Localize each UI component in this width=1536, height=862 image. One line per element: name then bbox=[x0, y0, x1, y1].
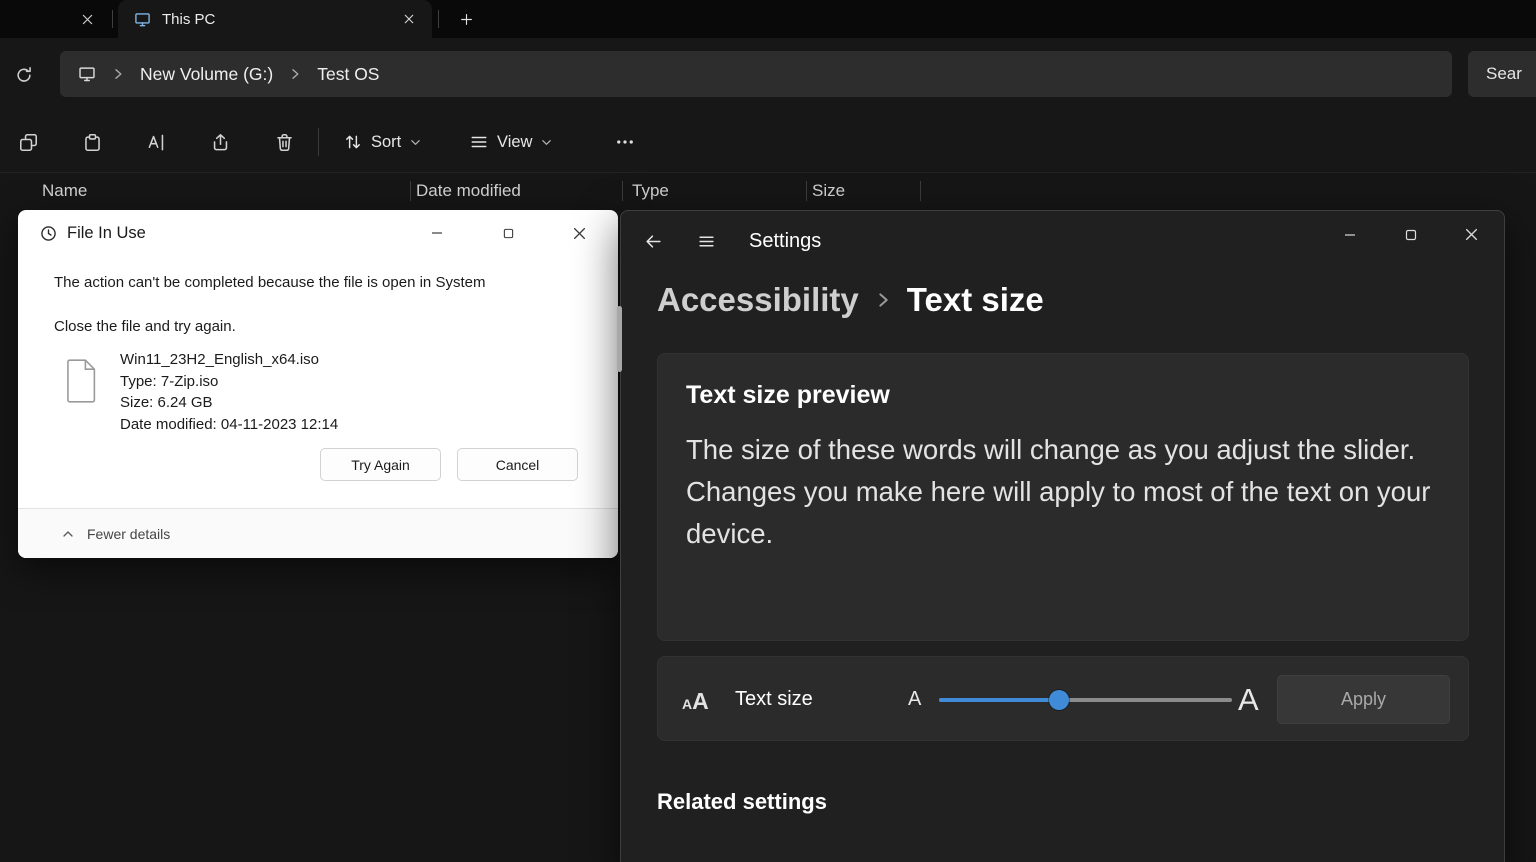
search-input[interactable]: Sear bbox=[1468, 51, 1536, 97]
tab-title: This PC bbox=[162, 10, 216, 28]
sort-icon bbox=[344, 133, 362, 151]
share-icon[interactable] bbox=[200, 122, 240, 162]
file-size: Size: 6.24 GB bbox=[120, 394, 213, 411]
file-icon bbox=[64, 358, 100, 404]
copy-icon[interactable] bbox=[8, 122, 48, 162]
settings-window-title: Settings bbox=[749, 230, 822, 252]
desktop: This PC New Volume (G:) Test OS Sear Sor… bbox=[0, 0, 1536, 862]
apply-button[interactable]: Apply bbox=[1277, 675, 1450, 724]
address-bar[interactable]: New Volume (G:) Test OS bbox=[60, 51, 1452, 97]
dialog-instruction: Close the file and try again. bbox=[54, 318, 236, 335]
tab-this-pc[interactable]: This PC bbox=[118, 0, 432, 38]
related-settings-heading: Related settings bbox=[657, 789, 827, 814]
column-header-name[interactable]: Name bbox=[42, 172, 87, 210]
column-header-size[interactable]: Size bbox=[812, 172, 845, 210]
hamburger-menu-icon[interactable] bbox=[687, 224, 725, 258]
page-title-text-size: Text size bbox=[906, 281, 1044, 318]
close-tab-icon[interactable] bbox=[396, 6, 422, 32]
back-icon[interactable] bbox=[635, 224, 671, 258]
sort-button[interactable]: Sort bbox=[334, 122, 431, 162]
clock-icon bbox=[40, 225, 57, 242]
text-size-icon-large-a: A bbox=[692, 688, 709, 714]
slider-handle[interactable] bbox=[1049, 690, 1070, 710]
monitor-icon bbox=[78, 65, 96, 83]
close-icon[interactable] bbox=[550, 210, 608, 256]
slider-min-label: A bbox=[908, 688, 922, 710]
command-toolbar: Sort View bbox=[0, 112, 1536, 173]
address-row: New Volume (G:) Test OS Sear bbox=[0, 38, 1536, 113]
chevron-right-icon bbox=[289, 68, 301, 80]
settings-window: Settings Accessibility Text size Text si… bbox=[620, 210, 1505, 862]
new-tab-button[interactable] bbox=[452, 6, 480, 32]
text-size-slider[interactable] bbox=[939, 690, 1232, 710]
minimize-icon[interactable] bbox=[408, 210, 466, 256]
column-divider[interactable] bbox=[806, 181, 807, 201]
maximize-icon[interactable] bbox=[1387, 217, 1434, 252]
text-size-label: Text size bbox=[735, 688, 813, 710]
paste-icon[interactable] bbox=[72, 122, 112, 162]
preview-body-text: The size of these words will change as y… bbox=[686, 434, 1431, 549]
settings-breadcrumb: Accessibility Text size bbox=[657, 273, 1044, 327]
fewer-details-link[interactable]: Fewer details bbox=[87, 526, 170, 542]
file-type: Type: 7-Zip.iso bbox=[120, 372, 219, 390]
close-icon[interactable] bbox=[1448, 217, 1495, 252]
text-size-icon-small-a: A bbox=[682, 696, 693, 712]
slider-fill bbox=[939, 698, 1060, 702]
minimize-icon[interactable] bbox=[1326, 217, 1373, 252]
chevron-right-icon bbox=[875, 292, 891, 308]
text-size-row: AA Text size A A Apply bbox=[657, 656, 1469, 741]
breadcrumb-accessibility[interactable]: Accessibility bbox=[657, 281, 859, 319]
try-again-button[interactable]: Try Again bbox=[320, 448, 441, 481]
delete-icon[interactable] bbox=[264, 122, 304, 162]
column-divider[interactable] bbox=[622, 181, 623, 201]
chevron-down-icon bbox=[410, 137, 421, 148]
monitor-icon bbox=[134, 11, 151, 28]
maximize-icon[interactable] bbox=[479, 210, 537, 256]
toolbar-divider bbox=[318, 128, 319, 156]
breadcrumb-folder[interactable]: Test OS bbox=[317, 64, 379, 85]
scrollbar-thumb[interactable] bbox=[617, 306, 622, 372]
sort-label: Sort bbox=[371, 132, 402, 151]
column-header-date-modified[interactable]: Date modified bbox=[416, 172, 521, 210]
text-size-preview-card: Text size preview The size of these word… bbox=[657, 353, 1469, 641]
dialog-footer: Fewer details bbox=[18, 508, 618, 558]
cancel-button[interactable]: Cancel bbox=[457, 448, 578, 481]
text-size-icon: AA bbox=[682, 657, 709, 742]
chevron-up-icon[interactable] bbox=[62, 528, 74, 540]
file-details: Win11_23H2_English_x64.iso Type: 7-Zip.i… bbox=[120, 349, 338, 435]
file-in-use-dialog: File In Use The action can't be complete… bbox=[18, 210, 618, 558]
dialog-message: The action can't be completed because th… bbox=[54, 274, 486, 291]
column-header-row: Name Date modified Type Size bbox=[0, 172, 1536, 210]
search-text: Sear bbox=[1486, 64, 1522, 83]
view-label: View bbox=[497, 132, 533, 151]
tab-divider bbox=[438, 10, 439, 28]
tab-divider bbox=[112, 10, 113, 28]
breadcrumb-drive[interactable]: New Volume (G:) bbox=[140, 64, 273, 85]
view-icon bbox=[470, 133, 488, 151]
column-divider[interactable] bbox=[410, 181, 411, 201]
file-name: Win11_23H2_English_x64.iso bbox=[120, 351, 320, 368]
file-date-modified: Date modified: 04-11-2023 12:14 bbox=[120, 415, 339, 433]
chevron-right-icon bbox=[112, 68, 124, 80]
dialog-title: File In Use bbox=[67, 223, 146, 242]
tab-bar: This PC bbox=[0, 0, 1536, 38]
chevron-down-icon bbox=[541, 137, 552, 148]
preview-heading: Text size preview bbox=[686, 381, 890, 409]
slider-max-label: A bbox=[1238, 682, 1259, 717]
column-divider[interactable] bbox=[920, 181, 921, 201]
view-button[interactable]: View bbox=[460, 122, 562, 162]
close-tab-icon[interactable] bbox=[72, 5, 102, 33]
more-options-icon[interactable] bbox=[605, 122, 645, 162]
refresh-icon[interactable] bbox=[6, 57, 42, 93]
column-header-type[interactable]: Type bbox=[632, 172, 669, 210]
rename-icon[interactable] bbox=[136, 122, 176, 162]
